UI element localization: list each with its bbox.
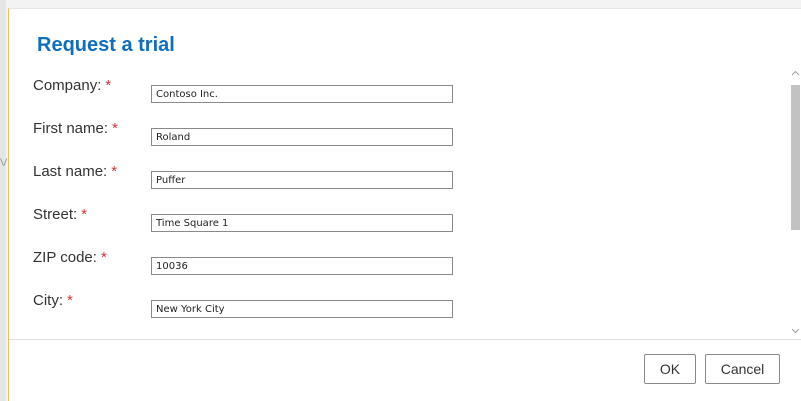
chevron-up-icon[interactable] <box>789 67 801 81</box>
last-name-input[interactable] <box>151 171 453 189</box>
form-row-street: Street: * <box>9 206 786 236</box>
required-marker: * <box>81 206 88 223</box>
scrollbar-thumb[interactable] <box>791 85 800 230</box>
form-row-first-name: First name: * <box>9 120 786 150</box>
dialog-title: Request a trial <box>37 34 175 56</box>
backdrop-fragment-text: V <box>0 157 8 169</box>
request-trial-dialog: Request a trial Company:* First name:* L… <box>8 8 801 401</box>
city-label-text: City: <box>33 292 63 309</box>
last-name-label-text: Last name: <box>33 163 108 180</box>
form-row-zip-code: ZIP code: * <box>9 249 786 279</box>
company-label-text: Company: <box>33 77 102 94</box>
city-label: City: * <box>33 292 73 309</box>
first-name-label-text: First name: <box>33 120 109 137</box>
form-row-city: City: * <box>9 292 786 322</box>
street-input[interactable] <box>151 214 453 232</box>
ok-button[interactable]: OK <box>644 354 696 384</box>
zip-code-label: ZIP code: * <box>33 249 107 266</box>
street-label-text: Street: <box>33 206 78 223</box>
street-label: Street: * <box>33 206 87 223</box>
footer-divider <box>9 339 801 340</box>
first-name-label: First name: * <box>33 120 118 137</box>
required-marker: * <box>100 249 107 266</box>
first-name-input[interactable] <box>151 128 453 146</box>
company-label: Company: * <box>33 77 111 94</box>
required-marker: * <box>112 120 118 137</box>
chevron-down-icon[interactable] <box>789 325 801 339</box>
form-scrollbar[interactable] <box>789 67 801 339</box>
form-row-company: Company: * <box>9 77 786 107</box>
form-area: Company:* First name:* Last name:* Stree… <box>9 69 786 339</box>
form-row-last-name: Last name: * <box>9 163 786 193</box>
zip-code-label-text: ZIP code: <box>33 249 97 266</box>
city-input[interactable] <box>151 300 453 318</box>
required-marker: * <box>111 163 118 180</box>
zip-code-input[interactable] <box>151 257 453 275</box>
company-input[interactable] <box>151 85 453 103</box>
required-marker: * <box>105 77 112 94</box>
backdrop-edge <box>0 0 6 401</box>
required-marker: * <box>67 292 73 309</box>
cancel-button[interactable]: Cancel <box>705 354 780 384</box>
last-name-label: Last name: * <box>33 163 117 180</box>
